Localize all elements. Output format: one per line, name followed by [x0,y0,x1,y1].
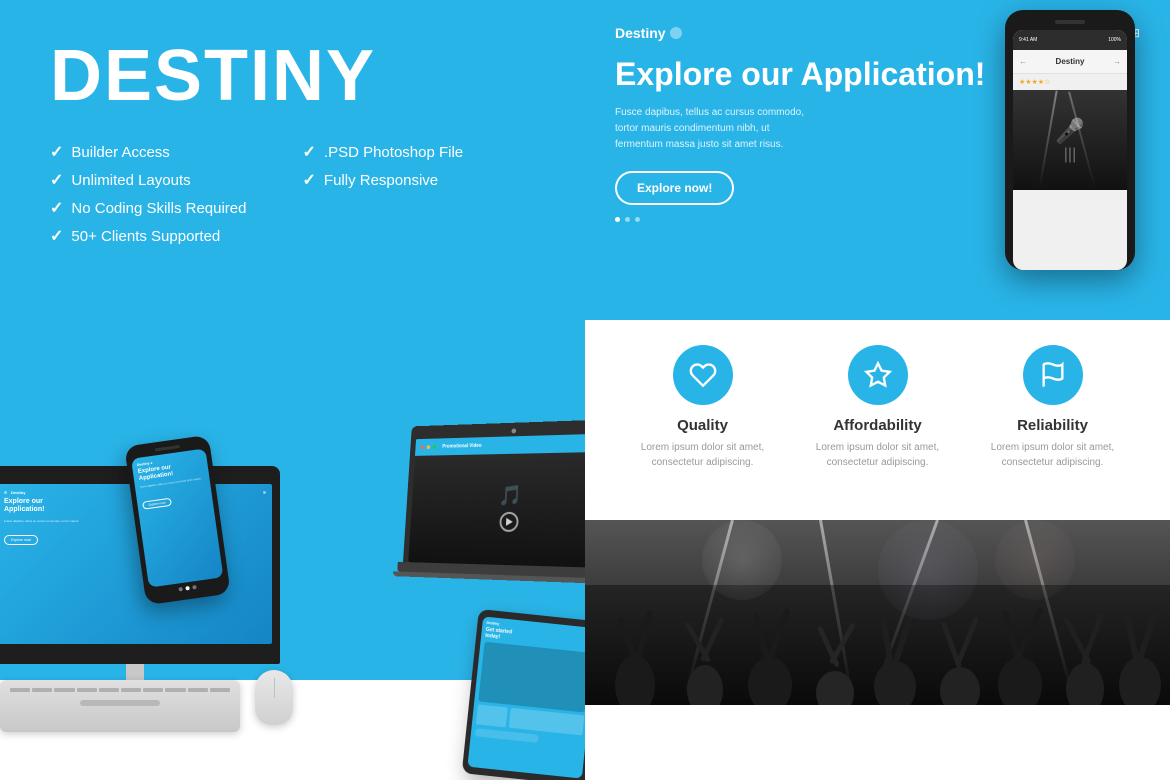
phone-status-bar: 9:41 AM 100% [1013,30,1127,50]
stage-light-2 [878,520,978,620]
affordability-desc: Lorem ipsum dolor sit amet, consectetur … [800,440,955,470]
phone-notch [1055,20,1085,24]
flag-icon [1039,361,1067,389]
tablet-screen: Destiny●●● Get startedtoday! [467,616,585,778]
feature-item: ✓ Fully Responsive [303,170,536,190]
feature-item: ✓ No Coding Skills Required [50,198,283,218]
feature-item: ✓ Unlimited Layouts [50,170,283,190]
quality-desc: Lorem ipsum dolor sit amet, consectetur … [625,440,780,470]
keyboard [0,680,240,732]
nav-brand-icon [670,27,682,39]
quality-circle [673,345,733,405]
feature-label: Fully Responsive [324,172,438,189]
phone-left-screen: Destiny ● Explore ourApplication! Fusce … [131,448,223,587]
stage-light-3 [995,520,1075,600]
left-panel: DESTINY ✓ Builder Access ✓ .PSD Photosho… [0,0,585,780]
devices-area: Destiny Explore ourApplication! Fusce da… [0,260,585,780]
reliability-desc: Lorem ipsum dolor sit amet, consectetur … [975,440,1130,470]
concert-image [585,520,1170,705]
features-row: Quality Lorem ipsum dolor sit amet, cons… [615,345,1140,470]
quality-title: Quality [625,417,780,434]
brand-title: DESTINY [50,40,535,112]
mouse [255,670,293,725]
phone-time: 9:41 AM [1019,37,1037,43]
feature-label: Builder Access [71,144,169,161]
feature-item: ✓ 50+ Clients Supported [50,226,283,246]
right-panel: Destiny Available for: ◆ ⊞ Explore our A… [585,0,1170,780]
features-grid: ✓ Builder Access ✓ .PSD Photoshop File ✓… [50,142,535,246]
reliability-title: Reliability [975,417,1130,434]
nav-brand-text: Destiny [615,25,666,41]
star-icon [864,361,892,389]
right-hero-section: Destiny Available for: ◆ ⊞ Explore our A… [585,0,1170,320]
affordability-title: Affordability [800,417,955,434]
reliability-circle [1023,345,1083,405]
check-icon: ✓ [50,198,63,218]
feature-item: ✓ Builder Access [50,142,283,162]
feature-quality: Quality Lorem ipsum dolor sit amet, cons… [615,345,790,470]
concert-background [585,520,1170,705]
check-icon: ✓ [50,226,63,246]
heart-icon [689,361,717,389]
dot-1[interactable] [615,217,620,222]
feature-label: No Coding Skills Required [71,200,246,217]
crowd-svg [585,585,1170,705]
phone-battery: 100% [1108,37,1121,43]
feature-reliability: Reliability Lorem ipsum dolor sit amet, … [965,345,1140,470]
dot-2[interactable] [625,217,630,222]
check-icon: ✓ [50,170,63,190]
check-icon: ✓ [303,170,316,190]
feature-affordability: Affordability Lorem ipsum dolor sit amet… [790,345,965,470]
stage-light-1 [702,520,782,600]
nav-brand: Destiny [615,25,682,41]
check-icon: ✓ [303,142,316,162]
tablet-mockup: Destiny●●● Get startedtoday! [462,609,585,780]
feature-item [303,198,536,218]
left-content: DESTINY ✓ Builder Access ✓ .PSD Photosho… [0,0,585,286]
phone-image-area: 🎤 ||| [1013,90,1127,190]
check-icon: ✓ [50,142,63,162]
dot-3[interactable] [635,217,640,222]
crowd-silhouette [585,585,1170,705]
laptop-mockup: Promotional Video 🎵 [402,419,585,585]
laptop-display: Promotional Video 🎵 [408,433,585,568]
phone-right-screen: 9:41 AM 100% ← Destiny → ★★★★☆ 🎤 [1013,30,1127,270]
phone-stars: ★★★★☆ [1013,74,1127,90]
phone-app-bar: ← Destiny → [1013,50,1127,74]
affordability-circle [848,345,908,405]
feature-item: ✓ .PSD Photoshop File [303,142,536,162]
phone-right-mockup: 9:41 AM 100% ← Destiny → ★★★★☆ 🎤 [1005,10,1135,270]
feature-label: Unlimited Layouts [71,172,190,189]
hero-description: Fusce dapibus, tellus ac cursus commodo,… [615,105,815,153]
feature-label: .PSD Photoshop File [324,144,463,161]
phone-right-container: 9:41 AM 100% ← Destiny → ★★★★☆ 🎤 [990,10,1150,320]
explore-button[interactable]: Explore now! [615,171,734,205]
phone-app-title: Destiny [1056,57,1085,66]
features-section: Quality Lorem ipsum dolor sit amet, cons… [585,320,1170,520]
feature-label: 50+ Clients Supported [71,228,220,245]
laptop-screen-frame: Promotional Video 🎵 [403,419,585,569]
